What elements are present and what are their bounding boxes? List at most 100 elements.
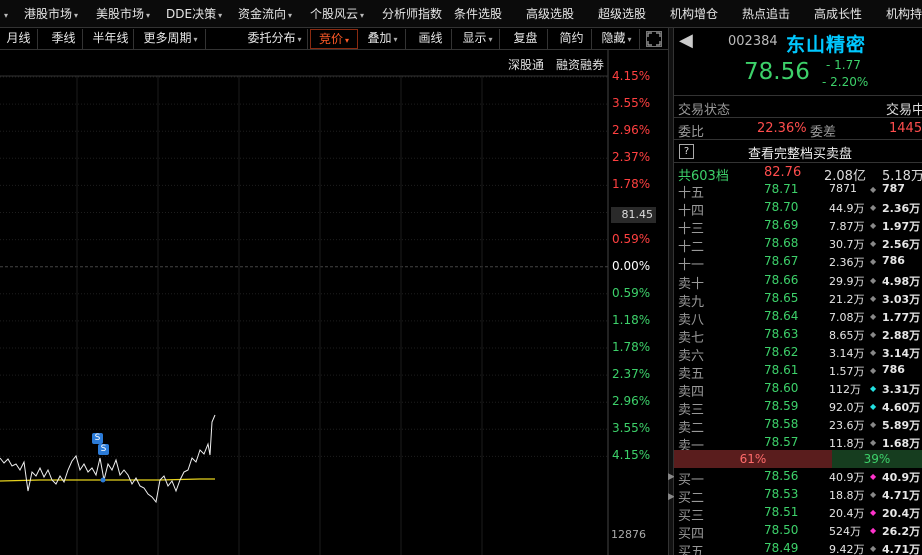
diamond-icon: ◆ <box>870 347 877 357</box>
order-volume: 7.87万 <box>829 220 865 234</box>
order-price: 78.71 <box>764 182 799 196</box>
menu-item[interactable]: 条件选股 <box>454 0 503 27</box>
diamond-icon: ◆ <box>870 490 877 500</box>
chevron-down-icon: ▾ <box>297 35 302 44</box>
period-button[interactable]: 半年线 <box>88 29 134 49</box>
order-book-row[interactable]: 十二 78.68 30.7万 2.56万 ◆ <box>674 235 922 255</box>
order-book-row[interactable]: 卖二 78.58 23.6万 5.89万 ◆ <box>674 416 922 436</box>
menu-item[interactable]: 分析师指数 <box>382 0 442 27</box>
menu-left-caret[interactable]: ▾ <box>2 0 8 27</box>
order-book-row[interactable]: 买三 78.51 20.4万 20.4万 ◆ <box>674 504 922 524</box>
menu-item[interactable]: 港股市场 ▾ <box>24 0 79 27</box>
menu-item[interactable]: 热点追击 <box>742 0 790 27</box>
tool-button[interactable]: 复盘 <box>504 29 548 49</box>
margin-trading-link[interactable]: 融资融券 <box>556 56 604 73</box>
order-book-row[interactable]: 买一 78.56 40.9万 40.9万 ◆ <box>674 468 922 488</box>
menu-item[interactable]: 高成长性 <box>814 0 862 27</box>
tool-button[interactable]: 竞价 ▾ <box>310 29 358 49</box>
order-volume: 1.57万 <box>829 365 865 378</box>
order-book-row[interactable]: 十五 78.71 7871 787 ◆ <box>674 181 922 201</box>
order-book-row[interactable]: 十四 78.70 44.9万 2.36万 ◆ <box>674 199 922 219</box>
chevron-down-icon: ▾ <box>360 11 365 20</box>
menu-item[interactable]: 机构持 <box>886 0 922 27</box>
diamond-icon: ◆ <box>870 329 877 339</box>
menu-item-label: 超级选股 <box>598 7 647 21</box>
sell-signal-marker[interactable]: S <box>98 444 109 455</box>
average-price-line <box>0 478 215 482</box>
order-book-row[interactable]: 买五 78.49 9.42万 4.71万 ◆ <box>674 540 922 555</box>
order-amount: 4.60万 <box>882 401 921 415</box>
scale-label: 2.37% <box>612 150 651 165</box>
order-amount: 20.4万 <box>882 507 921 521</box>
order-book-row[interactable]: 卖五 78.61 1.57万 786 ◆ <box>674 362 922 382</box>
order-book-row[interactable]: 买二 78.53 18.8万 4.71万 ◆ <box>674 486 922 506</box>
period-button[interactable]: 季线 <box>45 29 83 49</box>
volume-tag: 12876 <box>611 528 646 541</box>
order-volume: 11.8万 <box>829 437 865 451</box>
order-price: 78.53 <box>764 487 799 502</box>
tool-button-label: 画线 <box>418 31 443 45</box>
divider <box>674 117 922 118</box>
order-price: 78.65 <box>764 290 799 305</box>
scale-label: 0.59% <box>612 285 651 300</box>
stock-name[interactable]: 东山精密 <box>786 30 866 57</box>
tool-button[interactable]: 隐藏 ▾ <box>594 29 640 49</box>
menu-item[interactable]: 个股风云 ▾ <box>310 0 365 27</box>
scale-label: 0.59% <box>612 231 651 246</box>
tool-button-label: 复盘 <box>513 31 538 45</box>
menu-item[interactable]: 机构增仓 <box>670 0 718 27</box>
order-book-row[interactable]: 十一 78.67 2.36万 786 ◆ <box>674 253 922 273</box>
scale-label: 4.15% <box>612 69 651 83</box>
order-book-row[interactable]: 十三 78.69 7.87万 1.97万 ◆ <box>674 217 922 237</box>
order-amount: 1.77万 <box>882 310 921 324</box>
scale-label: 1.78% <box>612 177 651 192</box>
menu-item[interactable]: 高级选股 <box>526 0 575 27</box>
scale-label: 3.55% <box>612 96 651 111</box>
order-price: 78.49 <box>764 541 799 555</box>
back-arrow-icon[interactable]: ◀ <box>679 30 693 51</box>
menu-item[interactable]: 超级选股 <box>598 0 647 27</box>
tool-button[interactable]: 委托分布 ▾ <box>242 29 308 49</box>
order-book-row[interactable]: 卖七 78.63 8.65万 2.88万 ◆ <box>674 326 922 346</box>
menu-item-label: 高级选股 <box>526 7 575 21</box>
chevron-down-icon: ▾ <box>393 35 398 44</box>
menu-item-label: 条件选股 <box>454 7 503 21</box>
order-amount: 40.9万 <box>882 471 921 484</box>
help-icon[interactable]: ? <box>679 144 694 159</box>
tool-button-label: 竞价 <box>318 32 343 46</box>
full-order-book-button[interactable]: 查看完整档买卖盘 <box>748 143 852 162</box>
order-book-row[interactable]: 卖六 78.62 3.14万 3.14万 ◆ <box>674 344 922 364</box>
fullscreen-icon[interactable] <box>646 31 662 47</box>
menu-item[interactable]: 美股市场 ▾ <box>96 0 150 27</box>
menu-item[interactable]: 资金流向 ▾ <box>238 0 292 27</box>
tool-button[interactable]: 叠加 ▾ <box>360 29 406 49</box>
tool-button[interactable]: 画线 <box>410 29 452 49</box>
sell-signal-marker[interactable]: S <box>92 433 103 444</box>
order-price: 78.62 <box>764 344 799 359</box>
period-button[interactable]: 更多周期 ▾ <box>136 29 206 49</box>
order-volume: 524万 <box>829 525 861 539</box>
order-book-row[interactable]: 卖四 78.60 112万 3.31万 ◆ <box>674 380 922 400</box>
order-book-row[interactable]: 买四 78.50 524万 26.2万 ◆ <box>674 522 922 542</box>
order-amount: 3.14万 <box>882 346 921 360</box>
order-book-row[interactable]: 卖九 78.65 21.2万 3.03万 ◆ <box>674 290 922 310</box>
cursor-price-tag: 81.45 <box>611 207 656 223</box>
order-amount: 3.03万 <box>882 292 921 306</box>
period-button[interactable]: 月线 <box>0 29 38 49</box>
buy-ratio-bar: 39% <box>832 450 922 468</box>
tool-button-label: 显示 <box>462 31 487 45</box>
order-volume: 9.42万 <box>829 543 865 555</box>
tool-button[interactable]: 显示 ▾ <box>456 29 500 49</box>
order-book-row[interactable]: 卖八 78.64 7.08万 1.77万 ◆ <box>674 308 922 328</box>
period-button-label: 季线 <box>51 31 76 45</box>
chevron-down-icon: ▾ <box>74 11 79 20</box>
tool-button[interactable]: 简约 <box>552 29 592 49</box>
order-diff-label: 委差 <box>810 125 837 140</box>
diamond-icon: ◆ <box>870 311 877 321</box>
scale-label: 2.96% <box>612 394 651 409</box>
order-book-row[interactable]: 卖三 78.59 92.0万 4.60万 ◆ <box>674 398 922 418</box>
order-book-row[interactable]: 卖十 78.66 29.9万 4.98万 ◆ <box>674 272 922 292</box>
intraday-chart[interactable]: 深股通 融资融券 4.15% 3.55% 2.96% 2.37% 1.78% 1.18% 0… <box>0 50 668 555</box>
hk-connect-link[interactable]: 深股通 <box>508 56 544 73</box>
menu-item[interactable]: DDE决策 ▾ <box>166 0 222 27</box>
